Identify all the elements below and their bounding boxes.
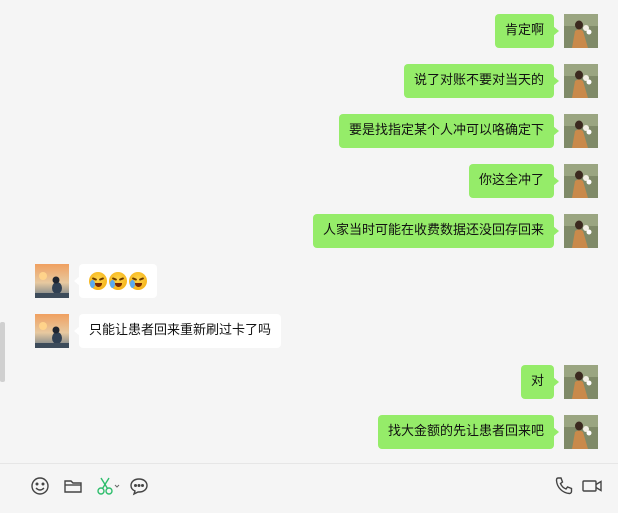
message-bubble[interactable]: 肯定啊 bbox=[494, 14, 560, 48]
folder-icon[interactable] bbox=[62, 475, 84, 497]
chat-message-area[interactable]: 肯定啊 说了对账不要对当天的 要是找指定某个人冲可以咯确定下 你这全冲了 人家当… bbox=[0, 0, 618, 462]
message-row-self: 人家当时可能在收费数据还没回存回来 bbox=[312, 214, 598, 248]
message-bubble[interactable]: 人家当时可能在收费数据还没回存回来 bbox=[312, 214, 560, 248]
message-bubble[interactable]: 说了对账不要对当天的 bbox=[403, 64, 560, 98]
input-toolbar bbox=[0, 463, 618, 513]
contact-avatar[interactable] bbox=[35, 314, 69, 348]
self-avatar[interactable] bbox=[564, 164, 598, 198]
message-row-self: 肯定啊 bbox=[494, 14, 598, 48]
message-bubble[interactable]: 你这全冲了 bbox=[468, 164, 560, 198]
message-row-self: 要是找指定某个人冲可以咯确定下 bbox=[338, 114, 598, 148]
message-bubble[interactable]: 要是找指定某个人冲可以咯确定下 bbox=[338, 114, 560, 148]
message-bubble[interactable]: 只能让患者回来重新刷过卡了吗 bbox=[73, 314, 282, 348]
self-avatar[interactable] bbox=[564, 14, 598, 48]
message-row-self: 对 bbox=[520, 365, 598, 399]
chat-history-icon[interactable] bbox=[128, 475, 150, 497]
message-row-self: 说了对账不要对当天的 bbox=[403, 64, 598, 98]
self-avatar[interactable] bbox=[564, 365, 598, 399]
sob-emoji-icon bbox=[129, 272, 147, 290]
message-bubble[interactable]: 找大金额的先让患者回来吧 bbox=[377, 415, 560, 449]
scissors-icon[interactable] bbox=[95, 475, 121, 497]
scrollbar[interactable] bbox=[0, 0, 6, 462]
self-avatar[interactable] bbox=[564, 415, 598, 449]
emoji-icon[interactable] bbox=[29, 475, 51, 497]
contact-avatar[interactable] bbox=[35, 264, 69, 298]
phone-icon[interactable] bbox=[553, 475, 575, 497]
message-row-other bbox=[35, 264, 157, 298]
message-bubble[interactable]: 对 bbox=[520, 365, 560, 399]
sob-emoji-icon bbox=[89, 272, 107, 290]
video-call-icon[interactable] bbox=[581, 475, 603, 497]
message-row-other: 只能让患者回来重新刷过卡了吗 bbox=[35, 314, 282, 348]
self-avatar[interactable] bbox=[564, 114, 598, 148]
message-row-self: 你这全冲了 bbox=[468, 164, 598, 198]
self-avatar[interactable] bbox=[564, 214, 598, 248]
sob-emoji-icon bbox=[109, 272, 127, 290]
self-avatar[interactable] bbox=[564, 64, 598, 98]
scrollbar-thumb[interactable] bbox=[0, 322, 5, 382]
message-bubble[interactable] bbox=[74, 264, 157, 298]
message-row-self: 找大金额的先让患者回来吧 bbox=[377, 415, 598, 449]
